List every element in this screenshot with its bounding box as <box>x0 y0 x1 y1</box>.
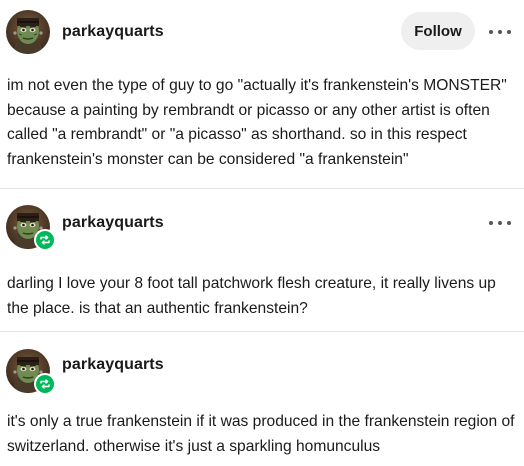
post-reblog-1: parkayquarts darling I love your 8 foot … <box>0 188 524 331</box>
dot <box>489 30 493 34</box>
username[interactable]: parkayquarts <box>62 356 164 374</box>
avatar-monster-icon <box>6 10 50 54</box>
dot <box>507 30 511 34</box>
dot <box>507 221 511 225</box>
avatar[interactable] <box>6 205 56 251</box>
username[interactable]: parkayquarts <box>62 214 164 232</box>
post-body-text: darling I love your 8 foot tall patchwor… <box>7 275 496 317</box>
reblog-icon <box>34 229 56 251</box>
reblog-icon <box>34 373 56 395</box>
dot <box>498 221 502 225</box>
more-options-icon[interactable] <box>489 217 511 229</box>
username[interactable]: parkayquarts <box>62 23 164 41</box>
avatar[interactable] <box>6 349 56 395</box>
dot <box>498 30 502 34</box>
avatar[interactable] <box>6 10 50 54</box>
follow-button[interactable]: Follow <box>401 12 475 50</box>
post-body-text: it's only a true frankenstein if it was … <box>7 413 515 455</box>
more-options-icon[interactable] <box>489 26 511 38</box>
post-reblog-2: parkayquarts it's only a true frankenste… <box>0 331 524 466</box>
post-body-text: im not even the type of guy to go "actua… <box>7 77 507 168</box>
post-original: parkayquarts Follow im not even the type… <box>0 0 524 188</box>
dot <box>489 221 493 225</box>
